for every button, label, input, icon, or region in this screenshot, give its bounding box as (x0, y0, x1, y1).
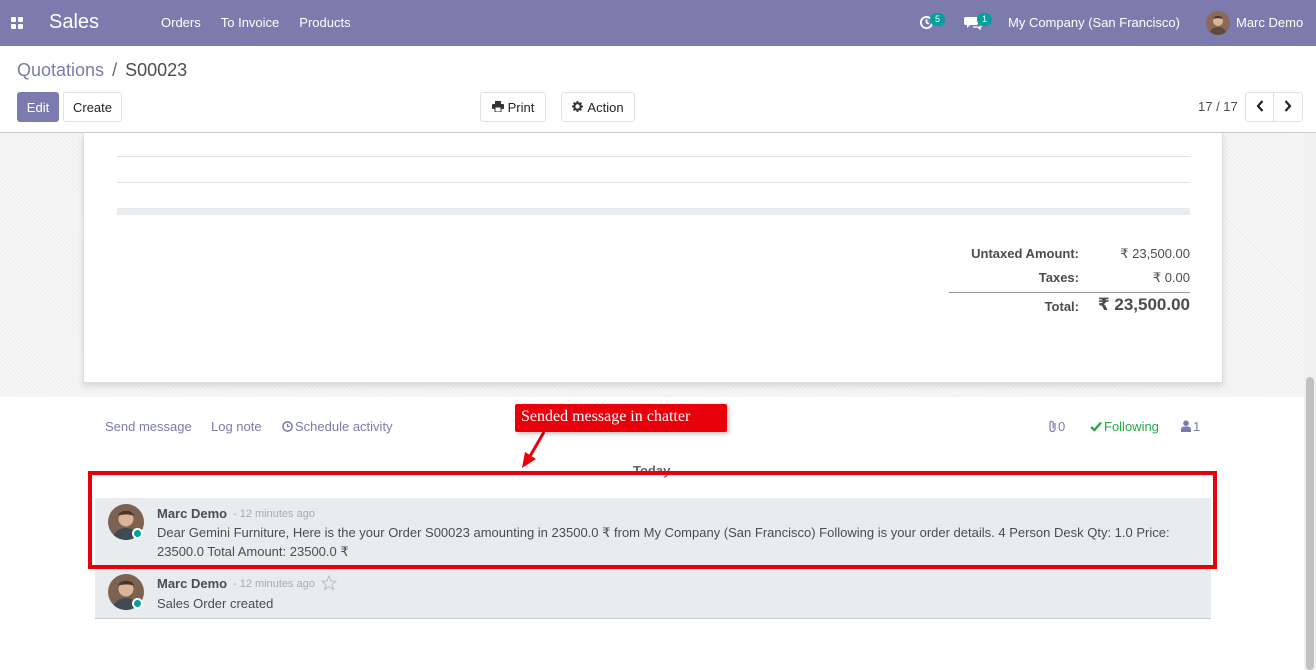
order-lines-footer (117, 208, 1190, 215)
order-line-divider (117, 182, 1190, 183)
create-button[interactable]: Create (63, 92, 122, 122)
taxes-value: ₹ 0.00 (1152, 270, 1190, 285)
breadcrumb-current: S00023 (125, 60, 188, 80)
send-message-button[interactable]: Send message (105, 419, 192, 434)
chevron-left-icon (1256, 99, 1264, 115)
print-button[interactable]: Print (480, 92, 546, 122)
attachments-count: 0 (1058, 419, 1066, 434)
user-avatar[interactable] (1206, 11, 1230, 35)
print-icon (491, 100, 504, 115)
log-note-button[interactable]: Log note (211, 419, 262, 434)
user-icon (1181, 420, 1191, 435)
breadcrumb: Quotations / S00023 (17, 60, 187, 81)
user-menu[interactable]: Marc Demo (1236, 15, 1303, 30)
top-navbar: Sales Orders To Invoice Products 5 1 My … (0, 0, 1316, 46)
schedule-activity-label: Schedule activity (295, 419, 393, 434)
menu-orders[interactable]: Orders (151, 15, 211, 30)
chevron-right-icon (1284, 99, 1292, 115)
gear-icon (572, 100, 584, 115)
action-label: Action (587, 99, 624, 115)
pager-value[interactable]: 17 / 17 (1198, 99, 1238, 114)
messages-badge: 1 (977, 13, 992, 26)
following-button[interactable]: Following (1090, 419, 1159, 435)
untaxed-amount-label: Untaxed Amount: (971, 246, 1079, 261)
online-status-icon (132, 598, 143, 609)
main-menu: Orders To Invoice Products (151, 15, 361, 30)
pager-next-button[interactable] (1273, 92, 1303, 122)
form-sheet: Untaxed Amount: ₹ 23,500.00 Taxes: ₹ 0.0… (83, 133, 1223, 383)
taxes-label: Taxes: (1038, 270, 1079, 285)
scrollbar-thumb[interactable] (1306, 377, 1314, 670)
activity-badge: 5 (930, 13, 945, 26)
annotation-arrow-icon (522, 431, 546, 468)
attachments-button[interactable]: 0 (1048, 419, 1065, 436)
order-line-divider (117, 156, 1190, 157)
star-icon[interactable] (320, 574, 338, 594)
check-icon (1090, 420, 1102, 435)
annotation-label: Sended message in chatter (515, 404, 727, 432)
paperclip-icon (1048, 420, 1058, 436)
totals-separator (949, 292, 1190, 293)
chatter-message[interactable]: Marc Demo - 12 minutes ago Sales Order c… (95, 568, 1211, 619)
edit-button[interactable]: Edit (17, 92, 59, 122)
total-value: ₹ 23,500.00 (1097, 295, 1190, 314)
app-brand[interactable]: Sales (49, 11, 99, 34)
following-label: Following (1104, 419, 1159, 434)
schedule-activity-button[interactable]: Schedule activity (282, 419, 393, 435)
clock-icon (282, 420, 293, 435)
action-button[interactable]: Action (561, 92, 635, 122)
message-timestamp: - 12 minutes ago (233, 578, 315, 590)
control-panel: Quotations / S00023 Edit Create Print Ac… (0, 46, 1316, 133)
message-body: Sales Order created (157, 596, 274, 611)
menu-products[interactable]: Products (289, 15, 360, 30)
message-author[interactable]: Marc Demo (157, 576, 227, 591)
untaxed-amount-value: ₹ 23,500.00 (1120, 246, 1190, 261)
print-label: Print (507, 99, 535, 115)
apps-menu-icon[interactable] (11, 17, 23, 29)
followers-count: 1 (1193, 419, 1201, 434)
breadcrumb-quotations[interactable]: Quotations (17, 60, 104, 80)
company-switcher[interactable]: My Company (San Francisco) (1008, 15, 1180, 30)
menu-to-invoice[interactable]: To Invoice (211, 15, 290, 30)
total-label: Total: (1044, 299, 1079, 314)
annotation-highlight-box (88, 471, 1217, 569)
breadcrumb-separator: / (112, 60, 118, 80)
pager-previous-button[interactable] (1245, 92, 1274, 122)
followers-button[interactable]: 1 (1181, 419, 1200, 435)
